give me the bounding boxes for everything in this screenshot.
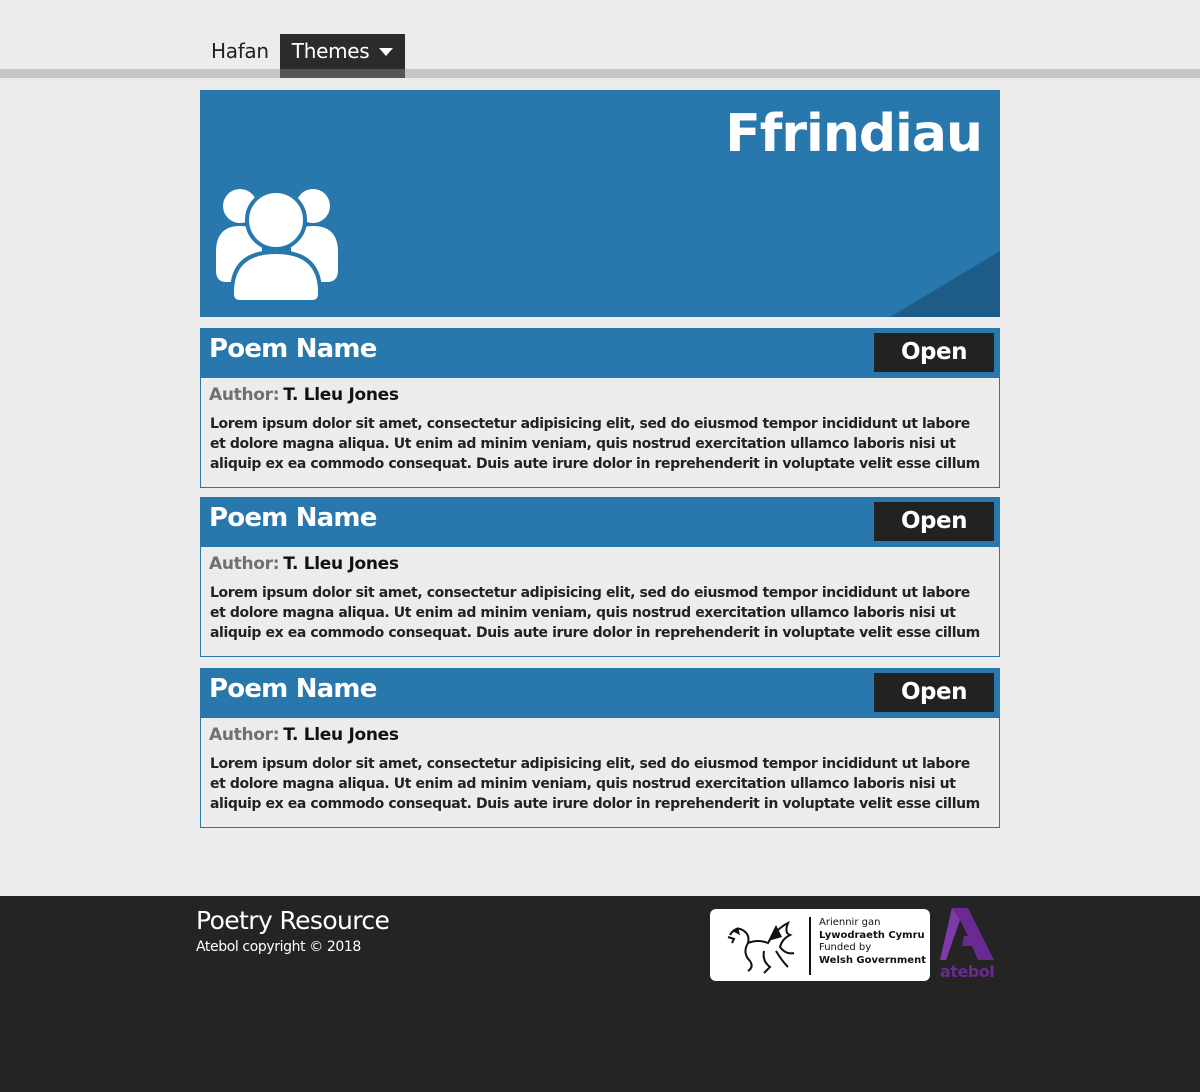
theme-banner: Ffrindiau bbox=[200, 90, 1000, 317]
open-poem-button[interactable]: Open bbox=[874, 502, 994, 541]
group-users-icon bbox=[216, 189, 338, 302]
caret-down-icon bbox=[379, 48, 394, 56]
poem-card: Poem Name Open Author: T. Lleu Jones Lore… bbox=[200, 328, 1000, 488]
poem-card-header: Poem Name Open bbox=[201, 329, 999, 378]
nav-divider bbox=[0, 69, 1200, 78]
author-label: Author: bbox=[209, 554, 280, 574]
site-title: Poetry Resource bbox=[196, 906, 390, 935]
atebol-logo-text: atebol bbox=[940, 962, 995, 981]
atebol-logo-icon bbox=[940, 908, 994, 960]
copyright-text: Atebol copyright © 2018 bbox=[196, 939, 361, 955]
top-navigation: Hafan Themes bbox=[0, 0, 1200, 78]
author-name: T. Lleu Jones bbox=[283, 725, 399, 745]
poem-card-header: Poem Name Open bbox=[201, 498, 999, 547]
badge-divider bbox=[809, 917, 811, 975]
nav-home-link[interactable]: Hafan bbox=[200, 34, 280, 69]
funding-line-english: Funded by bbox=[819, 942, 872, 953]
author-label: Author: bbox=[209, 385, 280, 405]
funding-line-welsh: Ariennir gan bbox=[819, 917, 881, 928]
poem-card: Poem Name Open Author: T. Lleu Jones Lore… bbox=[200, 497, 1000, 657]
poem-card-header: Poem Name Open bbox=[201, 669, 999, 718]
poem-title: Poem Name bbox=[209, 334, 377, 364]
nav-themes-dropdown[interactable]: Themes bbox=[279, 34, 406, 78]
welsh-government-badge: Ariennir gan Lywodraeth Cymru Funded by … bbox=[710, 909, 930, 981]
active-tab-underline bbox=[279, 69, 406, 78]
open-poem-button[interactable]: Open bbox=[874, 333, 994, 372]
author-name: T. Lleu Jones bbox=[283, 385, 399, 405]
poem-title: Poem Name bbox=[209, 674, 377, 704]
open-poem-button[interactable]: Open bbox=[874, 673, 994, 712]
author-label: Author: bbox=[209, 725, 280, 745]
banner-corner-decoration bbox=[890, 251, 1000, 317]
nav-themes-label: Themes bbox=[291, 39, 370, 63]
funder-name-english: Welsh Government bbox=[819, 954, 926, 966]
funding-statement: Ariennir gan Lywodraeth Cymru Funded by … bbox=[819, 917, 926, 967]
poem-author: Author: T. Lleu Jones bbox=[209, 725, 999, 747]
poem-excerpt: Lorem ipsum dolor sit amet, consectetur … bbox=[210, 756, 980, 812]
funder-name-welsh: Lywodraeth Cymru bbox=[819, 929, 925, 941]
poem-excerpt: Lorem ipsum dolor sit amet, consectetur … bbox=[210, 585, 980, 641]
poem-author: Author: T. Lleu Jones bbox=[209, 385, 999, 407]
welsh-dragon-icon bbox=[727, 920, 795, 974]
poem-card: Poem Name Open Author: T. Lleu Jones Lore… bbox=[200, 668, 1000, 828]
page-title: Ffrindiau bbox=[725, 104, 983, 164]
poem-title: Poem Name bbox=[209, 503, 377, 533]
poem-excerpt: Lorem ipsum dolor sit amet, consectetur … bbox=[210, 416, 980, 472]
author-name: T. Lleu Jones bbox=[283, 554, 399, 574]
page-footer: Poetry Resource Atebol copyright © 2018 … bbox=[0, 896, 1200, 1092]
poem-author: Author: T. Lleu Jones bbox=[209, 554, 999, 576]
nav-menu: Hafan Themes bbox=[200, 34, 406, 78]
